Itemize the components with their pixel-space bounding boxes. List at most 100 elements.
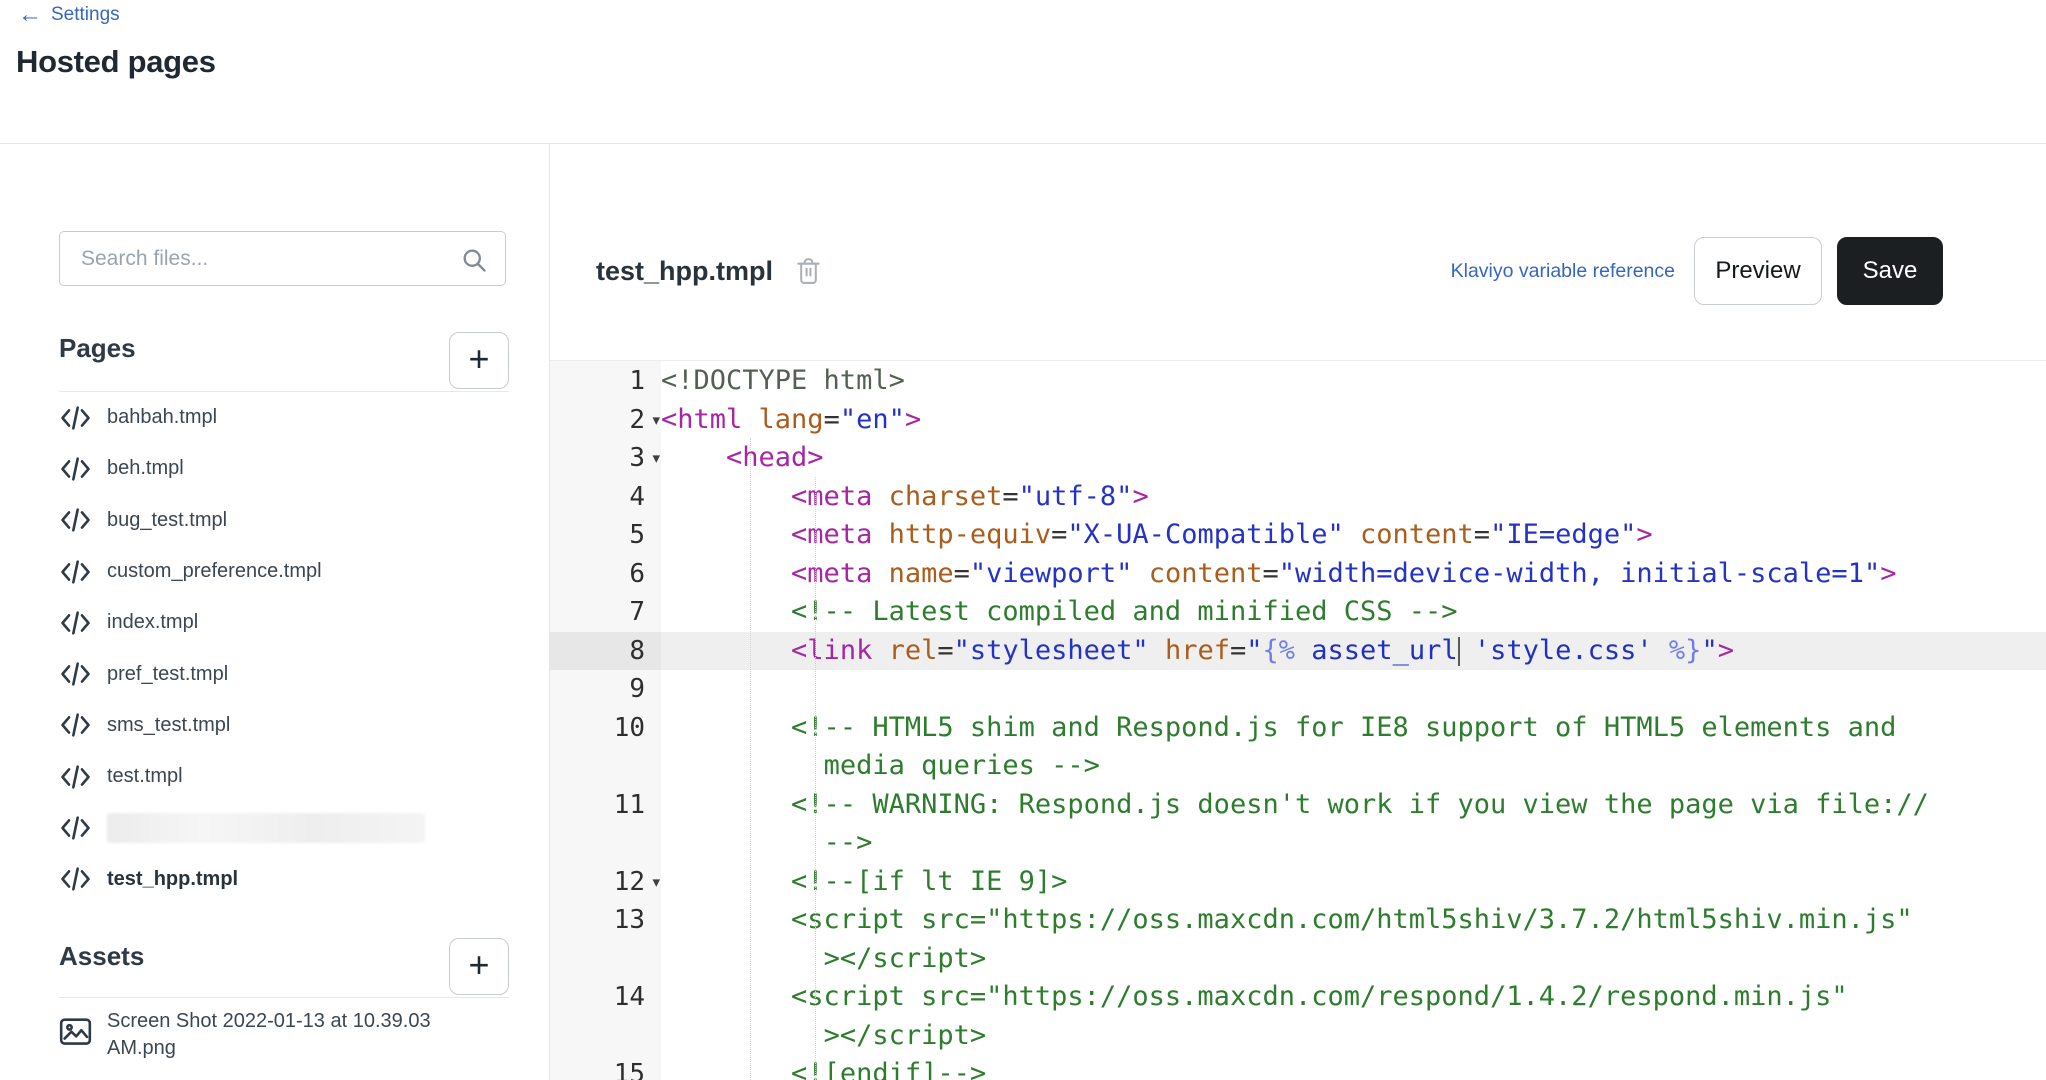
code-line[interactable]: ▾ ></script>	[550, 940, 2046, 979]
variable-reference-link[interactable]: Klaviyo variable reference	[1451, 260, 1675, 283]
code-line-content[interactable]: ></script>	[661, 940, 2046, 979]
redacted-file-name	[107, 813, 425, 844]
fold-arrow-icon[interactable]: ▾	[652, 439, 660, 478]
code-line[interactable]: 8▾ <link rel="stylesheet" href="{% asset…	[550, 631, 2046, 671]
code-file-icon	[61, 457, 90, 481]
code-line[interactable]: ▾ media queries -->	[550, 747, 2046, 786]
code-file-icon	[61, 508, 90, 532]
file-list-item[interactable]: beh.tmpl	[59, 443, 509, 494]
file-list-item[interactable]: bahbah.tmpl	[59, 392, 509, 443]
back-to-settings-link[interactable]: ← Settings	[18, 1, 120, 28]
code-line[interactable]: 4▾ <meta charset="utf-8">	[550, 478, 2046, 517]
file-list-item[interactable]: custom_preference.tmpl	[59, 546, 509, 597]
fold-arrow-icon[interactable]: ▾	[652, 401, 660, 440]
code-line[interactable]: 6▾ <meta name="viewport" content="width=…	[550, 555, 2046, 594]
asset-list-item[interactable]: Screen Shot 2022-01-13 at 10.39.03 AM.pn…	[59, 1000, 509, 1062]
code-line[interactable]: 5▾ <meta http-equiv="X-UA-Compatible" co…	[550, 516, 2046, 555]
file-name: sms_test.tmpl	[107, 713, 231, 736]
code-file-icon	[61, 816, 90, 840]
code-editor[interactable]: 1▾ <!DOCTYPE html> 2▾ <html lang="en"> 3…	[550, 360, 2046, 1080]
line-number-gutter: 12 ▾	[550, 863, 661, 902]
code-line[interactable]: 2 ▾ <html lang="en">	[550, 401, 2046, 440]
line-number: 1	[629, 366, 645, 396]
code-line-content[interactable]: <link rel="stylesheet" href="{% asset_ur…	[661, 632, 2046, 671]
code-line-content[interactable]: <!-- HTML5 shim and Respond.js for IE8 s…	[661, 709, 2046, 748]
code-line-content[interactable]: <!--[if lt IE 9]>	[661, 863, 2046, 902]
code-line[interactable]: 10▾ <!-- HTML5 shim and Respond.js for I…	[550, 709, 2046, 748]
code-line-content[interactable]	[661, 670, 2046, 709]
code-line[interactable]: ▾ -->	[550, 824, 2046, 863]
code-line-content[interactable]: <meta http-equiv="X-UA-Compatible" conte…	[661, 516, 2046, 555]
code-line-content[interactable]: <![endif]-->	[661, 1055, 2046, 1080]
line-number: 2	[629, 404, 645, 435]
code-file-icon	[61, 713, 90, 738]
code-line[interactable]: 14▾ <script src="https://oss.maxcdn.com/…	[550, 978, 2046, 1017]
code-rows: 1▾ <!DOCTYPE html> 2▾ <html lang="en"> 3…	[550, 362, 2046, 1080]
code-line-content[interactable]: <meta charset="utf-8">	[661, 478, 2046, 517]
code-line[interactable]: 11▾ <!-- WARNING: Respond.js doesn't wor…	[550, 786, 2046, 825]
line-number: 13	[613, 905, 645, 935]
search-box	[59, 231, 506, 286]
code-line[interactable]: ▾ ></script>	[550, 1017, 2046, 1056]
file-list-item[interactable]: test_hpp.tmpl	[59, 854, 509, 905]
search-input[interactable]	[79, 232, 453, 285]
code-line-content[interactable]: <script src="https://oss.maxcdn.com/resp…	[661, 978, 2046, 1017]
code-line[interactable]: 9▾	[550, 670, 2046, 709]
back-link-label: Settings	[51, 4, 120, 25]
file-name: index.tmpl	[107, 611, 199, 634]
code-line-content[interactable]: <!-- Latest compiled and minified CSS --…	[661, 593, 2046, 632]
code-line-content[interactable]: <!-- WARNING: Respond.js doesn't work if…	[661, 786, 2046, 825]
code-line[interactable]: 15▾ <![endif]-->	[550, 1055, 2046, 1080]
file-name: beh.tmpl	[107, 457, 184, 480]
file-name: bug_test.tmpl	[107, 508, 228, 531]
line-number-gutter: 8▾	[550, 631, 661, 670]
code-line-content[interactable]: <meta name="viewport" content="width=dev…	[661, 555, 2046, 594]
fold-arrow-icon[interactable]: ▾	[652, 863, 660, 902]
sidebar: Pages + bahbah.tmpl beh.tmpl bug_test.tm…	[0, 144, 549, 1080]
code-line[interactable]: 12 ▾ <!--[if lt IE 9]>	[550, 863, 2046, 902]
line-number: 7	[629, 597, 645, 627]
file-name: test.tmpl	[107, 765, 183, 788]
code-line-content[interactable]: <!DOCTYPE html>	[661, 362, 2046, 401]
line-number-gutter: 15▾	[550, 1055, 661, 1080]
code-line-content[interactable]: media queries -->	[661, 747, 2046, 786]
line-number-gutter: 14▾	[550, 978, 661, 1017]
line-number-gutter: ▾	[550, 824, 661, 863]
code-line-content[interactable]: ></script>	[661, 1017, 2046, 1056]
image-file-icon	[59, 1018, 92, 1045]
code-line[interactable]: 7▾ <!-- Latest compiled and minified CSS…	[550, 593, 2046, 632]
line-number: 4	[629, 481, 645, 512]
code-line-content[interactable]: <html lang="en">	[661, 401, 2046, 440]
file-list-item[interactable]: bug_test.tmpl	[59, 495, 509, 546]
assets-section-title: Assets	[59, 941, 145, 971]
line-number: 12	[613, 866, 645, 897]
file-list-item[interactable]: pref_test.tmpl	[59, 648, 509, 699]
code-line[interactable]: 1▾ <!DOCTYPE html>	[550, 362, 2046, 401]
file-list-item[interactable]: test.tmpl	[59, 751, 509, 802]
assets-divider	[59, 997, 509, 998]
code-line-content[interactable]: <head>	[661, 439, 2046, 478]
editor-header: test_hpp.tmpl Klaviyo variable reference…	[596, 236, 1943, 306]
line-number-gutter: 3 ▾	[550, 439, 661, 478]
line-number-gutter: 1▾	[550, 362, 661, 401]
delete-file-button[interactable]	[795, 256, 822, 286]
line-number: 5	[629, 520, 645, 550]
line-number-gutter: ▾	[550, 1017, 661, 1056]
add-page-button[interactable]: +	[449, 332, 509, 389]
code-line-content[interactable]: -->	[661, 824, 2046, 863]
code-line-content[interactable]: <script src="https://oss.maxcdn.com/html…	[661, 901, 2046, 940]
save-button[interactable]: Save	[1837, 237, 1943, 305]
file-list-item[interactable]	[59, 802, 509, 853]
line-number-gutter: 9▾	[550, 670, 661, 709]
file-list-item[interactable]: index.tmpl	[59, 597, 509, 648]
add-asset-button[interactable]: +	[449, 938, 509, 995]
code-line[interactable]: 3 ▾ <head>	[550, 439, 2046, 478]
preview-button[interactable]: Preview	[1694, 237, 1822, 305]
editor-actions: Klaviyo variable reference Preview Save	[1451, 237, 1943, 305]
back-arrow-icon: ←	[18, 1, 42, 28]
page-title: Hosted pages	[16, 44, 216, 79]
code-file-icon	[61, 765, 90, 789]
line-number: 11	[613, 789, 645, 820]
file-list-item[interactable]: sms_test.tmpl	[59, 700, 509, 751]
code-line[interactable]: 13▾ <script src="https://oss.maxcdn.com/…	[550, 901, 2046, 940]
